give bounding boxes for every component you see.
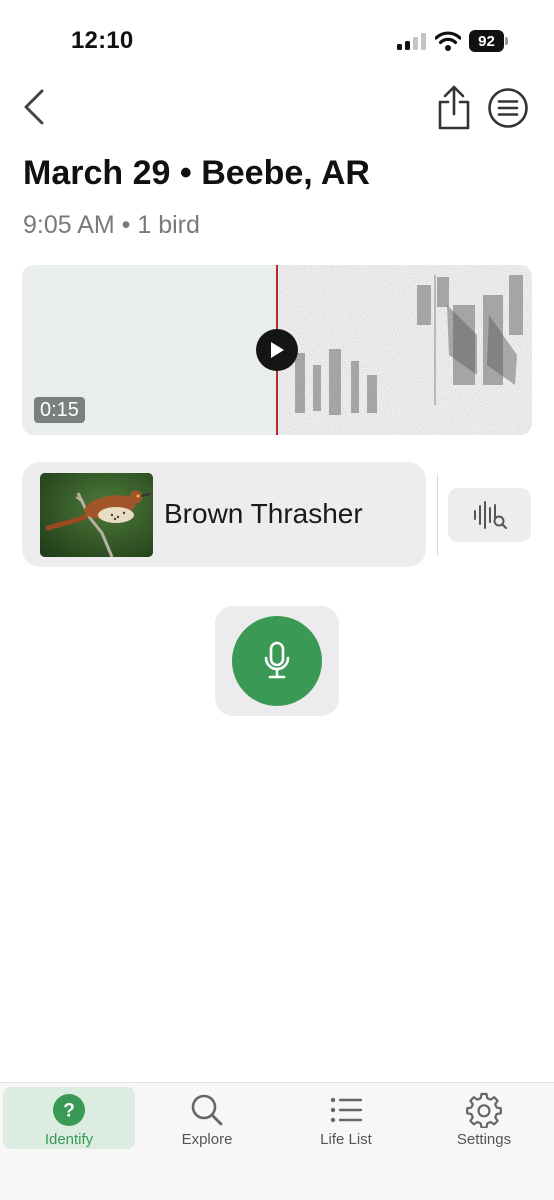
- recording-duration: 0:15: [34, 397, 85, 423]
- cellular-signal-icon: [397, 33, 427, 50]
- tab-label: Identify: [44, 1131, 94, 1148]
- list-icon: [329, 1091, 363, 1129]
- recording-spectrogram[interactable]: 0:15: [22, 265, 532, 435]
- page-title: March 29 • Beebe, AR: [23, 154, 370, 192]
- record-button[interactable]: [232, 616, 322, 706]
- tab-label: Explore: [181, 1131, 233, 1148]
- play-icon: [271, 342, 284, 358]
- search-icon: [190, 1091, 224, 1129]
- record-button-container: [215, 606, 339, 716]
- play-button[interactable]: [256, 329, 298, 371]
- tab-explore[interactable]: Explore: [141, 1087, 273, 1149]
- tab-label: Life List: [320, 1131, 372, 1148]
- tab-settings[interactable]: Settings: [418, 1087, 550, 1149]
- status-bar: 12:10 92: [0, 0, 554, 80]
- sound-analysis-button[interactable]: [448, 488, 531, 542]
- species-photo: [40, 473, 153, 557]
- back-button[interactable]: [18, 86, 50, 128]
- battery-icon: 92: [469, 30, 509, 52]
- share-icon: [438, 85, 470, 130]
- svg-text:?: ?: [63, 1101, 75, 1122]
- recording-subtitle: 9:05 AM • 1 bird: [23, 211, 200, 239]
- menu-button[interactable]: [487, 87, 529, 129]
- divider: [437, 474, 438, 556]
- battery-level: 92: [469, 30, 504, 52]
- waveform-search-icon: [473, 501, 507, 530]
- status-time: 12:10: [71, 27, 134, 54]
- tab-bar: ? Identify Explore Life List Settings: [0, 1082, 554, 1200]
- menu-circle-icon: [488, 88, 528, 128]
- wifi-icon: [434, 30, 462, 52]
- chevron-left-icon: [24, 89, 44, 125]
- species-result-card[interactable]: Brown Thrasher: [22, 462, 426, 567]
- microphone-icon: [264, 641, 290, 679]
- tab-identify[interactable]: ? Identify: [3, 1087, 135, 1149]
- share-button[interactable]: [434, 84, 474, 132]
- gear-icon: [466, 1091, 502, 1129]
- spectrogram-image: [277, 265, 532, 435]
- tab-life-list[interactable]: Life List: [280, 1087, 412, 1149]
- species-name: Brown Thrasher: [164, 498, 363, 529]
- tab-label: Settings: [456, 1131, 512, 1148]
- question-circle-icon: ?: [52, 1091, 86, 1129]
